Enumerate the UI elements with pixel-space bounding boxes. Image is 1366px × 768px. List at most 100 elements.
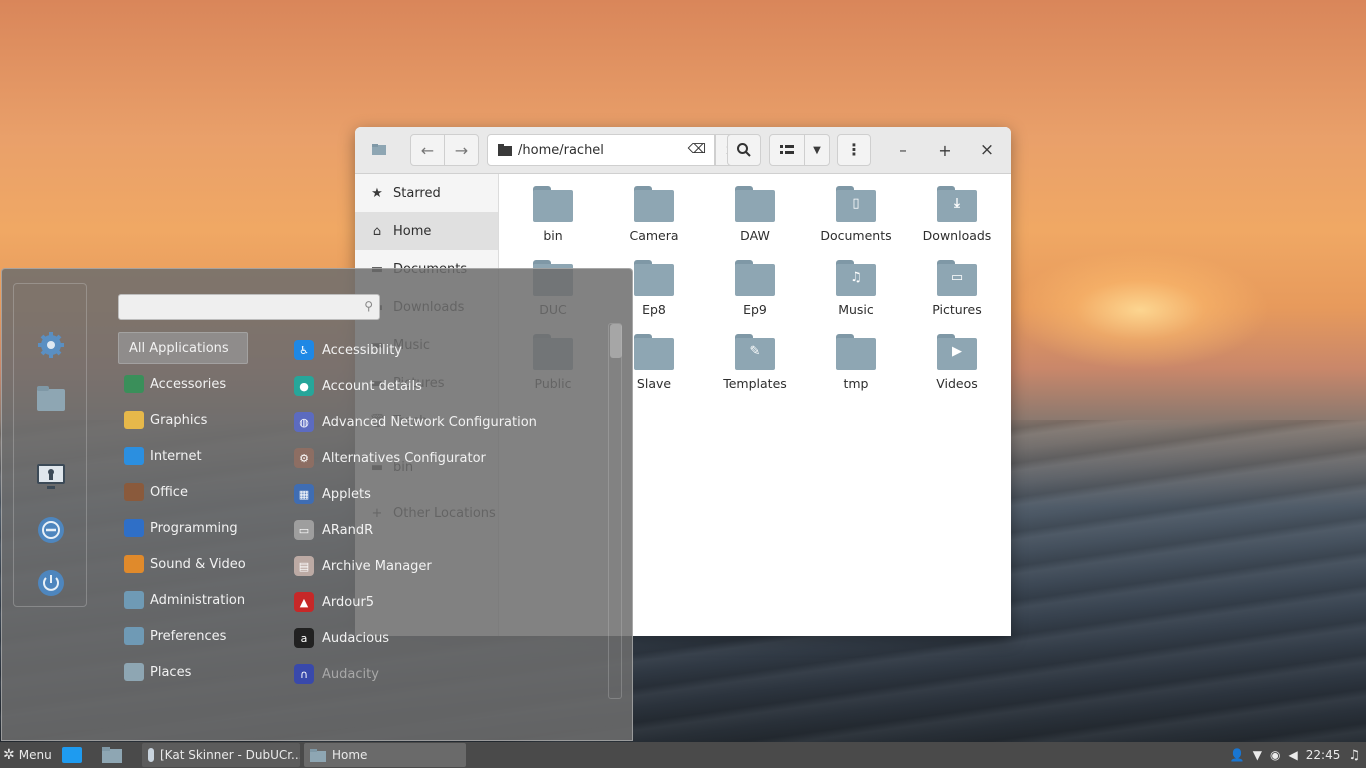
app-icon: ▦ <box>294 484 314 504</box>
folder-item[interactable]: ▭ Pictures <box>912 260 1002 317</box>
category-label: Graphics <box>150 412 208 428</box>
folder-label: Pictures <box>932 302 982 317</box>
category-icon <box>124 555 144 573</box>
app-icon: ▤ <box>294 556 314 576</box>
view-options-button[interactable]: ▼ <box>804 134 830 166</box>
power-icon <box>38 570 64 596</box>
shutdown-button[interactable] <box>36 568 66 598</box>
chevron-down-icon: ▼ <box>813 144 821 156</box>
app-audacity[interactable]: ∩ Audacity <box>294 659 379 689</box>
volume-icon[interactable]: ◀ <box>1289 748 1298 762</box>
app-accessibility[interactable]: ♿ Accessibility <box>294 335 402 365</box>
folder-item[interactable]: Camera <box>609 186 699 243</box>
scrollbar-thumb[interactable] <box>610 324 622 358</box>
clock[interactable]: 22:45 <box>1306 748 1341 762</box>
category-label: Office <box>150 484 188 500</box>
system-tray: 👤 ▼ ◉ ◀ 22:45 ♫ <box>1230 742 1360 768</box>
folder-label: Templates <box>723 376 787 391</box>
music-note-icon[interactable]: ♫ <box>1348 748 1360 763</box>
settings-favorite-button[interactable] <box>36 330 66 360</box>
app-applets[interactable]: ▦ Applets <box>294 479 371 509</box>
application-menu: ⚲ All Applications Accessories Graphics Int… <box>1 268 633 741</box>
folder-item[interactable]: Ep9 <box>710 260 800 317</box>
menu-launcher-button[interactable]: ✲ Menu <box>3 742 52 768</box>
sidebar-item-label: Starred <box>393 185 441 201</box>
category-label: Programming <box>150 520 238 536</box>
category-graphics[interactable]: Graphics <box>118 404 282 436</box>
minimize-button[interactable]: – <box>890 134 916 166</box>
app-alternatives-configurator[interactable]: ⚙ Alternatives Configurator <box>294 443 486 473</box>
menu-search-box[interactable]: ⚲ <box>118 294 380 320</box>
category-label: Sound & Video <box>150 556 246 572</box>
location-bar[interactable]: /home/rachel ⌫ <box>487 134 715 166</box>
folder-label: Music <box>838 302 874 317</box>
files-favorite-button[interactable] <box>36 384 66 414</box>
star-icon: ★ <box>371 185 383 201</box>
sidebar-item-home[interactable]: ⌂ Home <box>355 212 498 250</box>
taskbar-window-browser[interactable]: [Kat Skinner - DubUCr... <box>142 743 300 767</box>
app-audacious[interactable]: a Audacious <box>294 623 389 653</box>
category-label: Accessories <box>150 376 227 392</box>
app-label: Advanced Network Configuration <box>322 414 537 430</box>
folder-item[interactable]: bin <box>508 186 598 243</box>
menu-launcher-label: Menu <box>18 748 52 762</box>
category-sound-video[interactable]: Sound & Video <box>118 548 282 580</box>
app-icon: ▲ <box>294 592 314 612</box>
arrow-left-icon: ← <box>420 140 435 160</box>
category-administration[interactable]: Administration <box>118 584 282 616</box>
home-icon: ⌂ <box>372 223 382 239</box>
menu-search-input[interactable] <box>125 296 355 318</box>
folder-item[interactable]: DAW <box>710 186 800 243</box>
folder-item[interactable]: ▶ Videos <box>912 334 1002 391</box>
close-window-button[interactable]: × <box>974 134 1000 166</box>
category-all-applications[interactable]: All Applications <box>118 332 248 364</box>
user-icon[interactable]: 👤 <box>1230 748 1245 762</box>
category-internet[interactable]: Internet <box>118 440 282 472</box>
folder-item[interactable]: ▯ Documents <box>811 186 901 243</box>
logout-button[interactable] <box>36 515 66 545</box>
taskbar-window-home[interactable]: Home <box>304 743 466 767</box>
folder-item[interactable]: ✎ Templates <box>710 334 800 391</box>
app-account-details[interactable]: ● Account details <box>294 371 422 401</box>
chrome-icon <box>148 748 154 762</box>
taskbar-window-label: Home <box>332 748 368 762</box>
category-places[interactable]: Places <box>118 656 282 688</box>
clear-path-icon[interactable]: ⌫ <box>688 142 706 157</box>
lock-screen-button[interactable] <box>36 462 66 492</box>
menu-button[interactable]: ⋮ <box>837 134 871 166</box>
search-button[interactable] <box>727 134 761 166</box>
maximize-button[interactable]: + <box>932 134 958 166</box>
folder-label: Downloads <box>922 228 992 243</box>
category-label: Preferences <box>150 628 227 644</box>
folder-item[interactable]: ♫ Music <box>811 260 901 317</box>
show-desktop-button[interactable] <box>62 744 82 766</box>
wifi-icon[interactable]: ▼ <box>1253 748 1262 762</box>
folder-icon <box>498 144 512 156</box>
folder-label: bin <box>543 228 563 243</box>
folder-item[interactable]: ⤓ Downloads <box>912 186 1002 243</box>
folder-icon: ♫ <box>836 260 876 296</box>
app-arandr[interactable]: ▭ ARandR <box>294 515 373 545</box>
app-label: Applets <box>322 486 371 502</box>
category-office[interactable]: Office <box>118 476 282 508</box>
app-icon: a <box>294 628 314 648</box>
folder-item[interactable]: tmp <box>811 334 901 391</box>
app-list-scrollbar[interactable] <box>608 323 622 699</box>
category-preferences[interactable]: Preferences <box>118 620 282 652</box>
forward-button[interactable]: → <box>444 134 479 166</box>
folder-icon: ✎ <box>735 334 775 370</box>
files-launcher-button[interactable] <box>102 744 122 766</box>
close-icon: × <box>979 140 995 160</box>
app-archive-manager[interactable]: ▤ Archive Manager <box>294 551 432 581</box>
folder-label: Ep9 <box>743 302 767 317</box>
display-icon[interactable]: ◉ <box>1270 748 1280 762</box>
category-accessories[interactable]: Accessories <box>118 368 282 400</box>
app-ardour5[interactable]: ▲ Ardour5 <box>294 587 374 617</box>
view-list-button[interactable] <box>769 134 805 166</box>
sidebar-toggle-icon[interactable] <box>367 134 391 166</box>
logout-icon <box>38 517 64 543</box>
sidebar-item-starred[interactable]: ★ Starred <box>355 174 498 212</box>
app-advanced-network-configuration[interactable]: ◍ Advanced Network Configuration <box>294 407 537 437</box>
category-programming[interactable]: Programming <box>118 512 282 544</box>
back-button[interactable]: ← <box>410 134 445 166</box>
